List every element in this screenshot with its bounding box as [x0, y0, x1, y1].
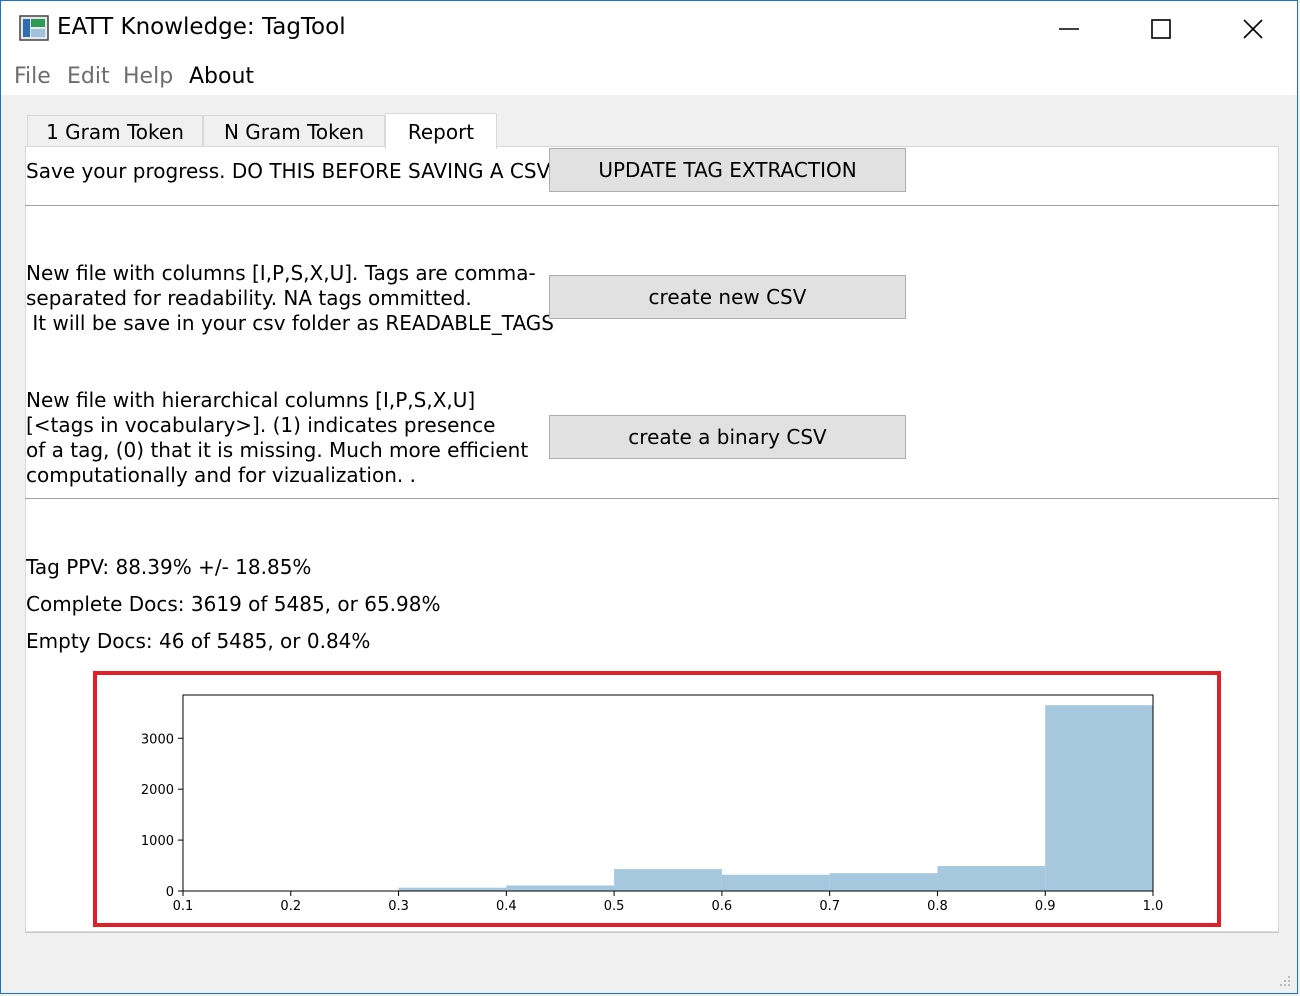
binary-csv-description-line-2: [<tags in vocabulary>]. (1) indicates pr…: [26, 413, 496, 437]
plot-frame: [182, 694, 1154, 892]
complete-docs-stat: Complete Docs: 3619 of 5485, or 65.98%: [26, 592, 441, 616]
save-progress-label: Save your progress. DO THIS BEFORE SAVIN…: [26, 159, 559, 183]
maximize-button[interactable]: [1115, 1, 1207, 57]
x-tick-label: 1.0: [1143, 899, 1164, 914]
close-button[interactable]: [1207, 1, 1299, 57]
x-tick-label: 0.5: [604, 899, 625, 914]
panel-bottom-edge: [25, 932, 1279, 933]
histogram-bar: [1045, 705, 1153, 891]
x-tick-label: 0.4: [496, 899, 517, 914]
y-tick-label: 3000: [141, 732, 174, 747]
separator: [25, 498, 1279, 499]
minimize-icon: [1059, 28, 1079, 30]
menu-bar: File Edit Help About: [1, 57, 1297, 95]
empty-docs-stat: Empty Docs: 46 of 5485, or 0.84%: [26, 629, 371, 653]
histogram-highlight-box: 0.1 0.2 0.3 0.4 0.5 0.6 0.7 0.8 0.9 1.0 0 1000 2000 3…: [93, 671, 1221, 927]
title-bar: EATT Knowledge: TagTool: [1, 1, 1297, 57]
binary-csv-description-line-4: computationally and for vizualization. .: [26, 463, 416, 487]
tag-ppv-stat: Tag PPV: 88.39% +/- 18.85%: [26, 555, 312, 579]
x-tick-label: 0.8: [927, 899, 948, 914]
y-tick-label: 2000: [141, 783, 174, 798]
tab-report[interactable]: Report: [385, 113, 497, 149]
update-tag-extraction-button[interactable]: UPDATE TAG EXTRACTION: [549, 148, 906, 192]
histogram-bar: [614, 869, 722, 891]
app-icon: [19, 15, 49, 41]
histogram-bar: [937, 866, 1046, 891]
separator: [25, 205, 1279, 206]
x-tick-label: 0.6: [712, 899, 733, 914]
y-tick-label: 0: [166, 885, 174, 900]
histogram-bar: [829, 873, 938, 891]
close-icon: [1243, 19, 1263, 39]
x-tick-label: 0.7: [819, 899, 840, 914]
app-window: EATT Knowledge: TagTool File Edit Help A…: [0, 0, 1298, 994]
x-tick-label: 0.3: [388, 899, 409, 914]
x-tick-label: 0.1: [173, 899, 194, 914]
y-tick-label: 1000: [141, 834, 174, 849]
x-tick-label: 0.9: [1035, 899, 1056, 914]
readable-csv-description-line-1: New file with columns [I,P,S,X,U]. Tags …: [26, 261, 536, 285]
menu-file[interactable]: File: [14, 64, 51, 89]
binary-csv-description-line-3: of a tag, (0) that it is missing. Much m…: [26, 438, 529, 462]
create-new-csv-button[interactable]: create new CSV: [549, 275, 906, 319]
menu-about[interactable]: About: [189, 64, 254, 89]
histogram-bar: [721, 874, 830, 891]
x-tick-label: 0.2: [280, 899, 301, 914]
maximize-icon: [1151, 19, 1171, 39]
tab-n-gram-token[interactable]: N Gram Token: [203, 115, 385, 147]
ppv-histogram: 0.1 0.2 0.3 0.4 0.5 0.6 0.7 0.8 0.9 1.0 0 1000 2000 3…: [141, 694, 1164, 914]
readable-csv-description-line-2: separated for readability. NA tags ommit…: [26, 286, 472, 310]
readable-csv-description-line-3: It will be save in your csv folder as RE…: [26, 311, 554, 335]
binary-csv-description-line-1: New file with hierarchical columns [I,P,…: [26, 388, 476, 412]
window-title: EATT Knowledge: TagTool: [57, 14, 346, 40]
tab-1-gram-token[interactable]: 1 Gram Token: [27, 115, 203, 147]
menu-edit[interactable]: Edit: [67, 64, 110, 89]
minimize-button[interactable]: [1023, 1, 1115, 57]
create-binary-csv-button[interactable]: create a binary CSV: [549, 415, 906, 459]
resize-grip-icon[interactable]: [1279, 975, 1291, 987]
histogram-bar: [506, 885, 615, 891]
menu-help[interactable]: Help: [123, 64, 173, 89]
